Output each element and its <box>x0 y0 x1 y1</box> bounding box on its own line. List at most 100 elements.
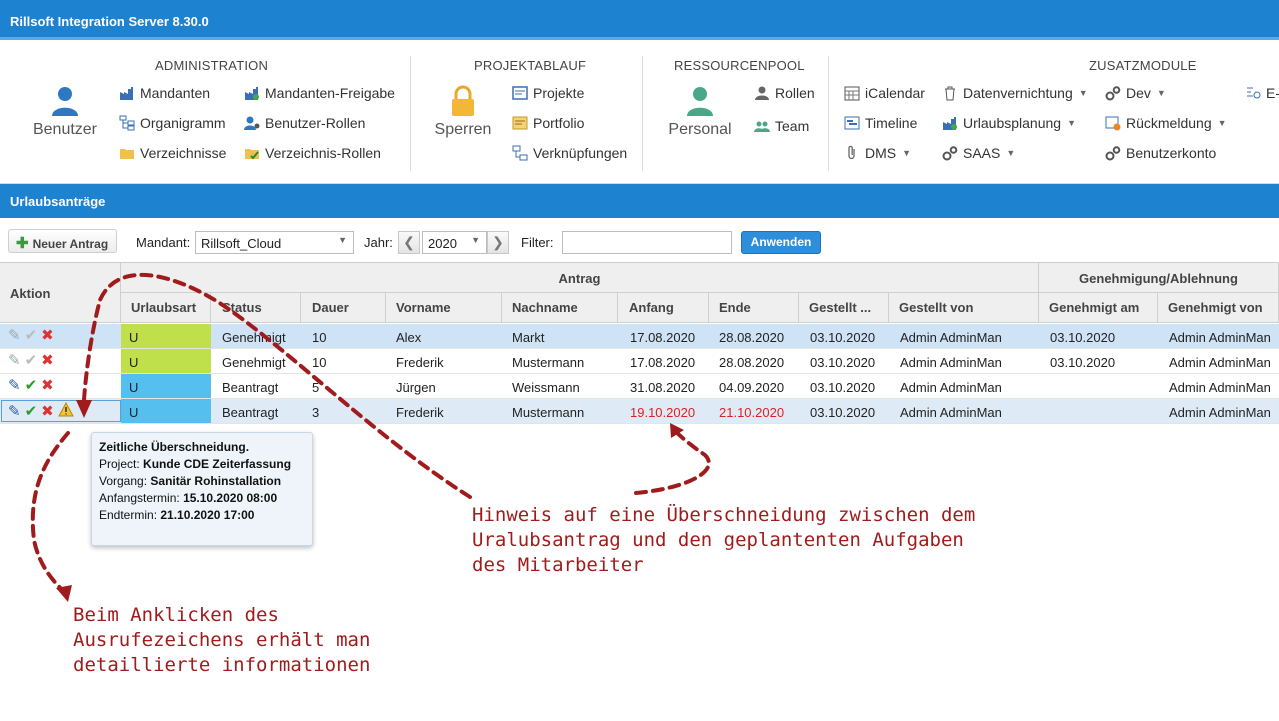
project-icon <box>512 86 528 100</box>
table-row[interactable]: ✎ ✔ ✖ U Beantragt 3 Frederik Mustermann … <box>0 399 1279 424</box>
approve-icon[interactable]: ✔ <box>25 377 38 395</box>
new-request-label: Neuer Antrag <box>32 237 109 251</box>
chevron-down-icon: ▼ <box>1067 118 1076 128</box>
urlaubsplanung-button[interactable]: Urlaubsplanung ▼ <box>942 115 1076 131</box>
header-antrag: Antrag <box>121 263 1039 293</box>
column-header-nachname[interactable]: Nachname <box>502 293 618 323</box>
cell-nachname: Weissmann <box>512 380 580 395</box>
tooltip-vorgang-label: Vorgang: <box>99 474 148 488</box>
gears-icon <box>942 146 958 161</box>
cell-dauer: 10 <box>312 330 327 345</box>
approve-icon[interactable]: ✔ <box>25 403 38 421</box>
benutzerkonto-button[interactable]: Benutzerkonto <box>1105 145 1216 161</box>
projekte-button[interactable]: Projekte <box>512 85 584 101</box>
warning-icon[interactable] <box>57 401 74 422</box>
cell-dauer: 3 <box>312 405 320 420</box>
column-header-anfang[interactable]: Anfang <box>618 293 709 323</box>
benutzerkonto-label: Benutzerkonto <box>1126 145 1217 161</box>
column-header-gestellt-von[interactable]: Gestellt von <box>889 293 1039 323</box>
chevron-down-icon: ▼ <box>1006 148 1016 158</box>
table-row[interactable]: ✎ ✔ ✖ U Genehmigt 10 Alex Markt 17.08.20… <box>0 324 1279 349</box>
column-header-status[interactable]: Status <box>211 293 301 323</box>
saas-label: SAAS <box>963 145 1001 161</box>
e-module-button[interactable]: E- <box>1245 85 1279 101</box>
row-actions: ✎ ✔ ✖ <box>8 377 54 395</box>
cell-vorname: Jürgen <box>396 380 436 395</box>
column-header-gestellt[interactable]: Gestellt ... <box>799 293 889 323</box>
reject-icon[interactable]: ✖ <box>41 403 54 421</box>
rueckmeldung-button[interactable]: Rückmeldung ▼ <box>1105 115 1227 131</box>
cell-genehmigt-von: Admin AdminMan <box>1169 355 1271 370</box>
chevron-down-icon: ▼ <box>1217 118 1227 128</box>
approve-icon[interactable]: ✔ <box>25 327 38 345</box>
datenvernichtung-button[interactable]: Datenvernichtung ▼ <box>942 85 1088 101</box>
table-row[interactable]: ✎ ✔ ✖ U Genehmigt 10 Frederik Mustermann… <box>0 349 1279 374</box>
year-select[interactable]: 2020 ▼ <box>422 231 487 254</box>
section-title: Urlaubsanträge <box>0 184 1279 218</box>
mandanten-freigabe-label: Mandanten-Freigabe <box>265 85 395 101</box>
dev-button[interactable]: Dev ▼ <box>1105 85 1166 101</box>
sperren-button[interactable]: Sperren <box>430 85 496 139</box>
organigramm-button[interactable]: Organigramm <box>119 115 226 131</box>
edit-icon[interactable]: ✎ <box>8 352 21 370</box>
reject-icon[interactable]: ✖ <box>41 377 54 395</box>
column-header-genehmigt-am[interactable]: Genehmigt am <box>1039 293 1158 323</box>
organigramm-label: Organigramm <box>140 115 226 131</box>
cell-vorname: Frederik <box>396 405 444 420</box>
personal-button[interactable]: Personal <box>666 85 734 139</box>
next-year-button[interactable]: ❯ <box>487 231 509 254</box>
mandanten-freigabe-button[interactable]: Mandanten-Freigabe <box>244 85 395 101</box>
column-header-dauer[interactable]: Dauer <box>301 293 386 323</box>
portfolio-button[interactable]: Portfolio <box>512 115 584 131</box>
year-value: 2020 <box>428 236 457 251</box>
group-title-zusatzmodule: ZUSATZMODULE <box>1089 58 1197 73</box>
prev-year-button[interactable]: ❮ <box>398 231 420 254</box>
window-title: Rillsoft Integration Server 8.30.0 <box>0 0 1279 40</box>
cell-urlaubsart: U <box>121 374 211 398</box>
factory-icon <box>120 87 133 100</box>
verzeichnisse-button[interactable]: Verzeichnisse <box>119 145 226 161</box>
team-button[interactable]: Team <box>754 118 809 134</box>
table-row[interactable]: ✎ ✔ ✖ U Beantragt 5 Jürgen Weissmann 31.… <box>0 374 1279 399</box>
icalendar-button[interactable]: iCalendar <box>844 85 925 101</box>
dms-button[interactable]: DMS ▼ <box>844 145 911 161</box>
benutzer-button[interactable]: Benutzer <box>30 85 100 139</box>
icalendar-label: iCalendar <box>865 85 925 101</box>
click-annotation-line: Beim Anklicken des <box>73 604 279 626</box>
folder-icon <box>120 149 134 159</box>
edit-icon[interactable]: ✎ <box>8 403 21 421</box>
new-request-button[interactable]: ✚ Neuer Antrag <box>8 229 117 253</box>
benutzer-rollen-button[interactable]: Benutzer-Rollen <box>244 115 365 131</box>
cell-genehmigt-am: 03.10.2020 <box>1050 355 1116 370</box>
column-header-ende[interactable]: Ende <box>709 293 799 323</box>
column-header-genehmigt-von[interactable]: Genehmigt von <box>1158 293 1279 323</box>
cell-nachname: Markt <box>512 330 545 345</box>
mandanten-button[interactable]: Mandanten <box>119 85 210 101</box>
tooltip-title: Zeitliche Überschneidung. <box>99 440 250 454</box>
click-annotation: Beim Anklicken des Ausrufezeichens erhäl… <box>73 603 370 678</box>
cell-urlaubsart: U <box>121 399 211 423</box>
tooltip-start-label: Anfangstermin: <box>99 491 180 505</box>
saas-button[interactable]: SAAS ▼ <box>942 145 1015 161</box>
vacation-icon <box>943 117 957 130</box>
rollen-button[interactable]: Rollen <box>754 85 815 101</box>
cell-vorname: Frederik <box>396 355 444 370</box>
verknuepfungen-button[interactable]: Verknüpfungen <box>512 145 627 161</box>
column-header-urlaubsart[interactable]: Urlaubsart <box>121 293 211 323</box>
reject-icon[interactable]: ✖ <box>41 327 54 345</box>
approve-icon[interactable]: ✔ <box>25 352 38 370</box>
datenvernichtung-label: Datenvernichtung <box>963 85 1073 101</box>
click-annotation-line: detaillierte informationen <box>73 654 371 676</box>
reject-icon[interactable]: ✖ <box>41 352 54 370</box>
filter-input[interactable] <box>562 231 732 254</box>
timeline-button[interactable]: Timeline <box>844 115 917 131</box>
edit-icon[interactable]: ✎ <box>8 377 21 395</box>
mandant-select[interactable]: Rillsoft_Cloud ▼ <box>195 231 354 254</box>
toolbar: ✚ Neuer Antrag Mandant: Rillsoft_Cloud ▼ … <box>0 218 1279 262</box>
apply-button[interactable]: Anwenden <box>741 231 821 254</box>
column-header-vorname[interactable]: Vorname <box>386 293 502 323</box>
verzeichnis-rollen-button[interactable]: Verzeichnis-Rollen <box>244 145 381 161</box>
cell-anfang-conflict: 19.10.2020 <box>630 405 696 420</box>
group-title-ressourcenpool: RESSOURCENPOOL <box>674 58 805 73</box>
edit-icon[interactable]: ✎ <box>8 327 21 345</box>
